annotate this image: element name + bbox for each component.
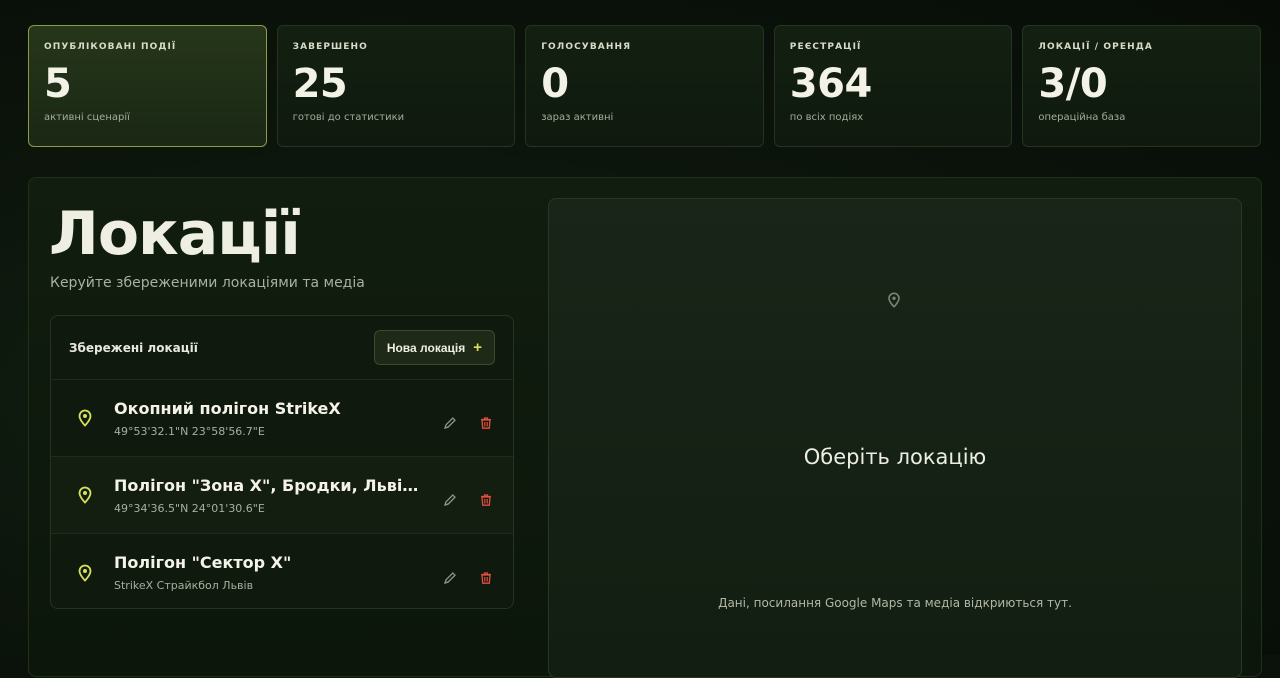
stat-label: ГОЛОСУВАННЯ: [541, 42, 632, 52]
location-coordinates: 49°34'36.5"N 24°01'30.6"E: [114, 501, 265, 515]
location-text: Полігон "Сектор Х" StrikeX Страйкбол Льв…: [114, 553, 443, 592]
stat-caption: готові до статистики: [292, 112, 405, 123]
map-pin-icon: [78, 486, 92, 504]
stat-label: ОПУБЛІКОВАНІ ПОДІЇ: [44, 42, 177, 52]
detail-empty-title: Оберіть локацію: [803, 445, 987, 469]
saved-locations-list: Збережені локації Нова локація + Окопний…: [50, 315, 514, 609]
stat-locations-rent[interactable]: ЛОКАЦІЇ / ОРЕНДА 3/0 операційна база: [1022, 25, 1261, 147]
map-pin-icon: [78, 409, 92, 427]
stats-bar: ОПУБЛІКОВАНІ ПОДІЇ 5 активні сценарії ЗА…: [28, 25, 1261, 147]
location-name: Полігон "Зона Х", Бродки, Львівська обла…: [114, 475, 419, 495]
plus-icon: +: [473, 339, 482, 356]
location-description: StrikeX Страйкбол Львів: [114, 579, 254, 592]
stat-label: РЕЄСТРАЦІЇ: [789, 42, 862, 52]
stat-voting[interactable]: ГОЛОСУВАННЯ 0 зараз активні: [525, 25, 764, 147]
location-name: Окопний полігон StrikeX: [114, 398, 341, 418]
stat-published-events[interactable]: ОПУБЛІКОВАНІ ПОДІЇ 5 активні сценарії: [28, 25, 267, 147]
map-pin-icon: [888, 292, 900, 308]
detail-empty-hint: Дані, посилання Google Maps та медіа від…: [718, 596, 1072, 610]
pencil-icon[interactable]: [443, 571, 457, 585]
row-actions: [443, 493, 493, 507]
stat-value: 3/0: [1038, 61, 1108, 107]
location-detail-panel: Оберіть локацію Дані, посилання Google M…: [548, 198, 1242, 678]
trash-icon[interactable]: [479, 493, 493, 507]
page-title: Локації: [49, 199, 301, 269]
new-location-button[interactable]: Нова локація +: [373, 330, 495, 365]
stat-value: 364: [789, 61, 872, 107]
stat-registrations[interactable]: РЕЄСТРАЦІЇ 364 по всіх подіях: [773, 25, 1013, 147]
location-text: Окопний полігон StrikeX 49°53'32.1"N 23°…: [114, 399, 443, 438]
location-coordinates: 49°53'32.1"N 23°58'56.7"E: [114, 424, 265, 438]
page-subtitle: Керуйте збереженими локаціями та медіа: [50, 275, 365, 291]
location-item[interactable]: Полігон "Зона Х", Бродки, Львівська обла…: [51, 457, 513, 534]
locations-panel: Локації Керуйте збереженими локаціями та…: [28, 177, 1262, 678]
stat-value: 5: [44, 61, 72, 107]
pencil-icon[interactable]: [443, 416, 457, 430]
location-name: Полігон "Сектор Х": [114, 553, 292, 572]
pencil-icon[interactable]: [443, 493, 457, 507]
stat-label: ЗАВЕРШЕНО: [292, 42, 368, 52]
trash-icon[interactable]: [479, 416, 493, 430]
stat-caption: операційна база: [1038, 112, 1126, 123]
stat-completed[interactable]: ЗАВЕРШЕНО 25 готові до статистики: [276, 25, 516, 147]
list-header-title: Збережені локації: [69, 340, 198, 355]
trash-icon[interactable]: [479, 571, 493, 585]
row-actions: [443, 416, 493, 430]
row-actions: [443, 571, 493, 585]
map-pin-icon: [78, 564, 92, 582]
list-header: Збережені локації Нова локація +: [51, 316, 513, 380]
new-location-label: Нова локація: [386, 340, 466, 355]
stat-label: ЛОКАЦІЇ / ОРЕНДА: [1038, 42, 1153, 52]
stat-caption: активні сценарії: [44, 112, 130, 123]
location-item[interactable]: Полігон "Сектор Х" StrikeX Страйкбол Льв…: [51, 534, 513, 608]
stat-value: 0: [541, 61, 569, 107]
stat-caption: зараз активні: [541, 112, 614, 123]
stat-caption: по всіх подіях: [789, 112, 864, 123]
location-item[interactable]: Окопний полігон StrikeX 49°53'32.1"N 23°…: [51, 380, 513, 457]
location-text: Полігон "Зона Х", Бродки, Львівська обла…: [114, 476, 443, 515]
stat-value: 25: [292, 61, 348, 107]
